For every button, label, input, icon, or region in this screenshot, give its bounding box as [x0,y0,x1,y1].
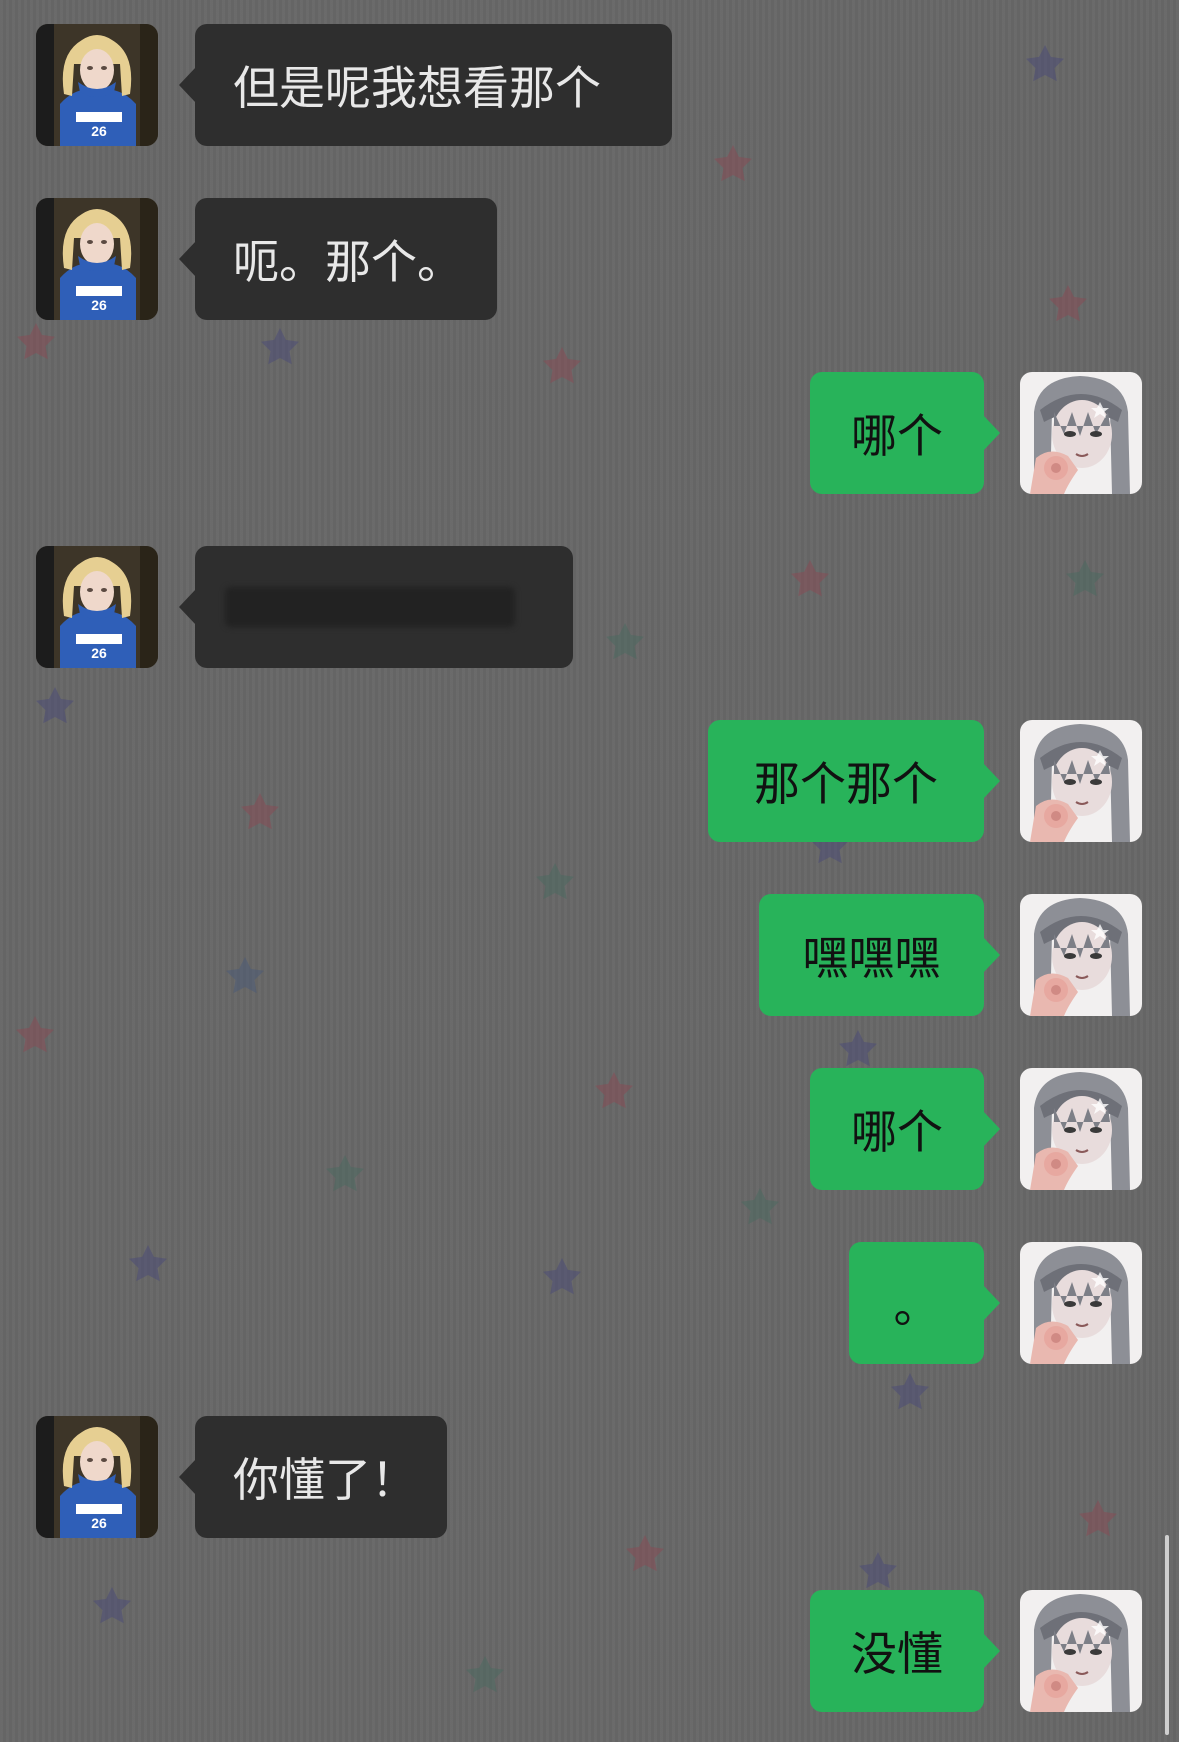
message-bubble[interactable]: 呃。那个。 [179,198,497,320]
message-bubble[interactable]: 哪个 [810,372,1000,494]
message-text: 呃。那个。 [233,235,463,289]
my-avatar[interactable] [1020,1590,1142,1712]
message-bubble[interactable]: 嘿嘿嘿 [759,894,1000,1016]
message-bubble[interactable]: 那个那个 [708,720,1000,842]
my-avatar[interactable] [1020,720,1142,842]
message-text: 你懂了！ [233,1453,417,1507]
message-text: 那个那个 [754,757,938,811]
message-bubble[interactable] [179,546,573,668]
message-bubble[interactable]: 哪个 [810,1068,1000,1190]
message-text: 但是呢我想看那个 [233,61,601,115]
scrollbar[interactable] [1165,1535,1169,1735]
background-stars [16,45,1117,1693]
contact-avatar[interactable] [36,1416,158,1538]
contact-avatar[interactable] [36,546,158,668]
message-bubble[interactable]: 没懂 [810,1590,1000,1712]
message-bubble[interactable]: 但是呢我想看那个 [179,24,672,146]
message-bubble[interactable]: 你懂了！ [179,1416,447,1538]
contact-avatar[interactable] [36,198,158,320]
message-bubble[interactable]: 。 [849,1242,1000,1364]
message-text: 哪个 [851,1105,943,1159]
my-avatar[interactable] [1020,1242,1142,1364]
my-avatar[interactable] [1020,1068,1142,1190]
my-avatar[interactable] [1020,894,1142,1016]
my-avatar[interactable] [1020,372,1142,494]
message-text: 嘿嘿嘿 [802,931,941,985]
contact-avatar[interactable] [36,24,158,146]
message-text: 哪个 [851,409,943,463]
message-text: 。 [893,1279,940,1333]
redacted-text [225,587,515,627]
message-text: 没懂 [851,1627,943,1681]
